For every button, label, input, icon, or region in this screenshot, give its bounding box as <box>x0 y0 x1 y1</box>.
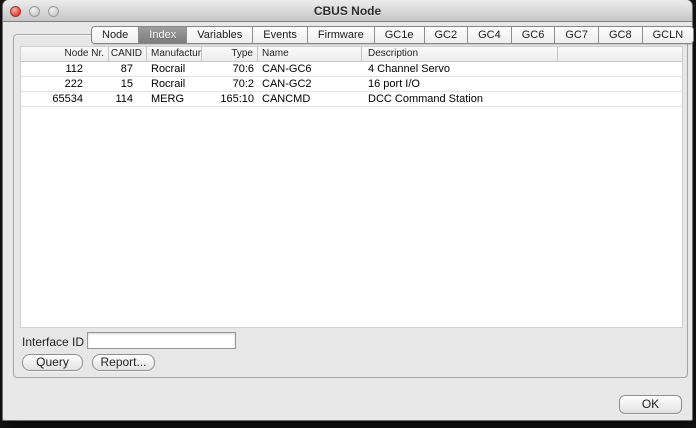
column-header-type[interactable]: Type <box>202 47 258 61</box>
cbus-node-window: CBUS Node Node Index Variables Events Fi… <box>2 0 693 421</box>
tab-firmware[interactable]: Firmware <box>308 27 375 43</box>
cell-description: DCC Command Station <box>362 92 558 106</box>
tab-gc1e[interactable]: GC1e <box>375 27 425 43</box>
cell-manufacturer: MERG <box>147 92 202 106</box>
table-header-row: Node Nr. CANID Manufacturer Type Name De… <box>21 47 682 62</box>
cell-canid: 87 <box>109 62 147 76</box>
cell-canid: 15 <box>109 77 147 91</box>
window-title: CBUS Node <box>3 4 692 18</box>
tab-index[interactable]: Index <box>139 27 187 43</box>
tab-gc2[interactable]: GC2 <box>425 27 469 43</box>
cell-description: 16 port I/O <box>362 77 558 91</box>
index-tab-panel: Node Nr. CANID Manufacturer Type Name De… <box>13 34 688 378</box>
cell-node-nr: 112 <box>21 62 109 76</box>
cell-name: CANCMD <box>258 92 362 106</box>
interface-id-label: Interface ID <box>22 335 84 349</box>
column-header-description[interactable]: Description <box>362 47 558 61</box>
ok-button[interactable]: OK <box>619 395 682 414</box>
query-button[interactable]: Query <box>22 354 83 371</box>
cell-description: 4 Channel Servo <box>362 62 558 76</box>
tab-events[interactable]: Events <box>253 27 308 43</box>
column-header-name[interactable]: Name <box>258 47 362 61</box>
column-header-canid[interactable]: CANID <box>109 47 147 61</box>
column-header-empty <box>558 47 682 61</box>
tab-node[interactable]: Node <box>92 27 139 43</box>
tab-bar: Node Index Variables Events Firmware GC1… <box>91 26 694 44</box>
tab-gc4[interactable]: GC4 <box>468 27 512 43</box>
table-row[interactable]: 222 15 Rocrail 70:2 CAN-GC2 16 port I/O <box>21 77 682 92</box>
report-button[interactable]: Report... <box>92 354 155 371</box>
cell-name: CAN-GC2 <box>258 77 362 91</box>
tab-gc8[interactable]: GC8 <box>599 27 643 43</box>
table-row[interactable]: 65534 114 MERG 165:10 CANCMD DCC Command… <box>21 92 682 107</box>
tab-variables[interactable]: Variables <box>187 27 253 43</box>
column-header-manufacturer[interactable]: Manufacturer <box>147 47 202 61</box>
cell-name: CAN-GC6 <box>258 62 362 76</box>
cell-manufacturer: Rocrail <box>147 62 202 76</box>
cell-type: 165:10 <box>202 92 258 106</box>
cell-node-nr: 222 <box>21 77 109 91</box>
node-table[interactable]: Node Nr. CANID Manufacturer Type Name De… <box>20 46 683 328</box>
tab-gc6[interactable]: GC6 <box>512 27 556 43</box>
tab-gcln[interactable]: GCLN <box>643 27 694 43</box>
titlebar[interactable]: CBUS Node <box>3 0 692 22</box>
cell-node-nr: 65534 <box>21 92 109 106</box>
tab-gc7[interactable]: GC7 <box>555 27 599 43</box>
column-header-node-nr[interactable]: Node Nr. <box>21 47 109 61</box>
interface-id-input[interactable] <box>87 332 236 349</box>
cell-canid: 114 <box>109 92 147 106</box>
cell-type: 70:2 <box>202 77 258 91</box>
table-row[interactable]: 112 87 Rocrail 70:6 CAN-GC6 4 Channel Se… <box>21 62 682 77</box>
cell-manufacturer: Rocrail <box>147 77 202 91</box>
cell-type: 70:6 <box>202 62 258 76</box>
